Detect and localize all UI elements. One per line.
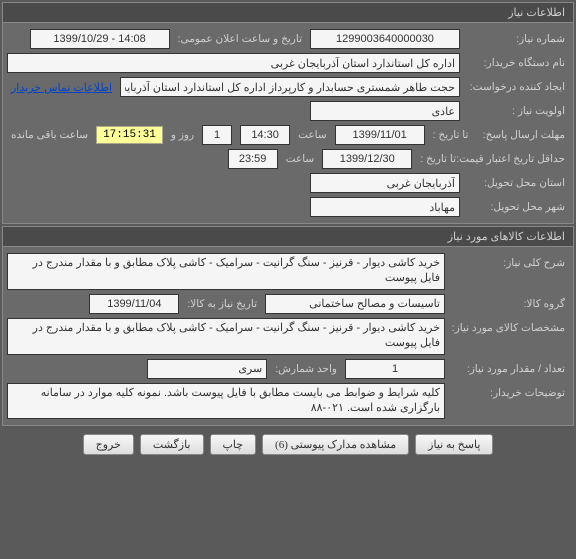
announce-label: تاریخ و ساعت اعلان عمومی: — [174, 33, 306, 45]
unit-label: واحد شمارش: — [271, 363, 341, 375]
time-label-2: ساعت — [282, 153, 319, 165]
group-field[interactable] — [265, 294, 445, 314]
notes-field[interactable]: کلیه شرایط و ضوابط می بایست مطابق با فای… — [7, 383, 445, 420]
notes-label: توضیحات خریدار: — [449, 383, 569, 399]
buyer-org-field[interactable] — [7, 53, 460, 73]
min-credit-label: حداقل تاریخ اعتبار قیمت: — [464, 153, 569, 165]
deadline-time-field[interactable] — [240, 125, 290, 145]
need-info-header: اطلاعات نیاز — [3, 3, 573, 23]
priority-label: اولویت نیاز : — [464, 105, 569, 117]
until-date-label: تا تاریخ : — [429, 129, 473, 141]
remaining-label: ساعت باقی مانده — [7, 129, 92, 141]
need-number-field[interactable] — [310, 29, 460, 49]
need-info-panel: اطلاعات نیاز شماره نیاز: تاریخ و ساعت اع… — [2, 2, 574, 224]
desc-field[interactable]: خرید کاشی دیوار - قرنیز - سنگ گرانیت - س… — [7, 253, 445, 290]
goods-info-header: اطلاعات کالاهای مورد نیاز — [3, 227, 573, 247]
print-button[interactable]: چاپ — [210, 434, 257, 455]
announce-field[interactable] — [30, 29, 170, 49]
deadline-label: مهلت ارسال پاسخ: — [476, 129, 569, 141]
back-button[interactable]: بازگشت — [140, 434, 204, 455]
until-date-label-2: تا تاریخ : — [416, 153, 460, 165]
days-field — [202, 125, 232, 145]
spec-field[interactable]: خرید کاشی دیوار - قرنیز - سنگ گرانیت - س… — [7, 318, 445, 355]
need-number-label: شماره نیاز: — [464, 33, 569, 45]
attachments-button[interactable]: مشاهده مدارک پیوستی (6) — [262, 434, 409, 455]
days-label: روز و — [167, 129, 198, 141]
time-label-1: ساعت — [294, 129, 331, 141]
unit-field[interactable] — [147, 359, 267, 379]
credit-time-field[interactable] — [228, 149, 278, 169]
city-field[interactable] — [310, 197, 460, 217]
buyer-org-label: نام دستگاه خریدار: — [464, 57, 569, 69]
province-field[interactable] — [310, 173, 460, 193]
qty-label: تعداد / مقدار مورد نیاز: — [449, 363, 569, 375]
requester-label: ایجاد کننده درخواست: — [464, 81, 569, 93]
group-label: گروه کالا: — [449, 298, 569, 310]
credit-date-field[interactable] — [322, 149, 412, 169]
button-bar: پاسخ به نیاز مشاهده مدارک پیوستی (6) چاپ… — [0, 428, 576, 461]
need-to-label: تاریخ نیاز به کالا: — [183, 298, 261, 310]
desc-label: شرح کلی نیاز: — [449, 253, 569, 269]
countdown-timer: 17:15:31 — [96, 126, 163, 144]
province-label: استان محل تحویل: — [464, 177, 569, 189]
requester-field[interactable] — [120, 77, 460, 97]
exit-button[interactable]: خروج — [83, 434, 134, 455]
goods-info-panel: اطلاعات کالاهای مورد نیاز شرح کلی نیاز: … — [2, 226, 574, 426]
need-to-field[interactable] — [89, 294, 179, 314]
contact-link[interactable]: اطلاعات تماس خریدار — [7, 81, 116, 94]
qty-field[interactable] — [345, 359, 445, 379]
spec-label: مشخصات کالای مورد نیاز: — [449, 318, 569, 334]
city-label: شهر محل تحویل: — [464, 201, 569, 213]
priority-field[interactable] — [310, 101, 460, 121]
deadline-date-field[interactable] — [335, 125, 425, 145]
respond-button[interactable]: پاسخ به نیاز — [415, 434, 493, 455]
